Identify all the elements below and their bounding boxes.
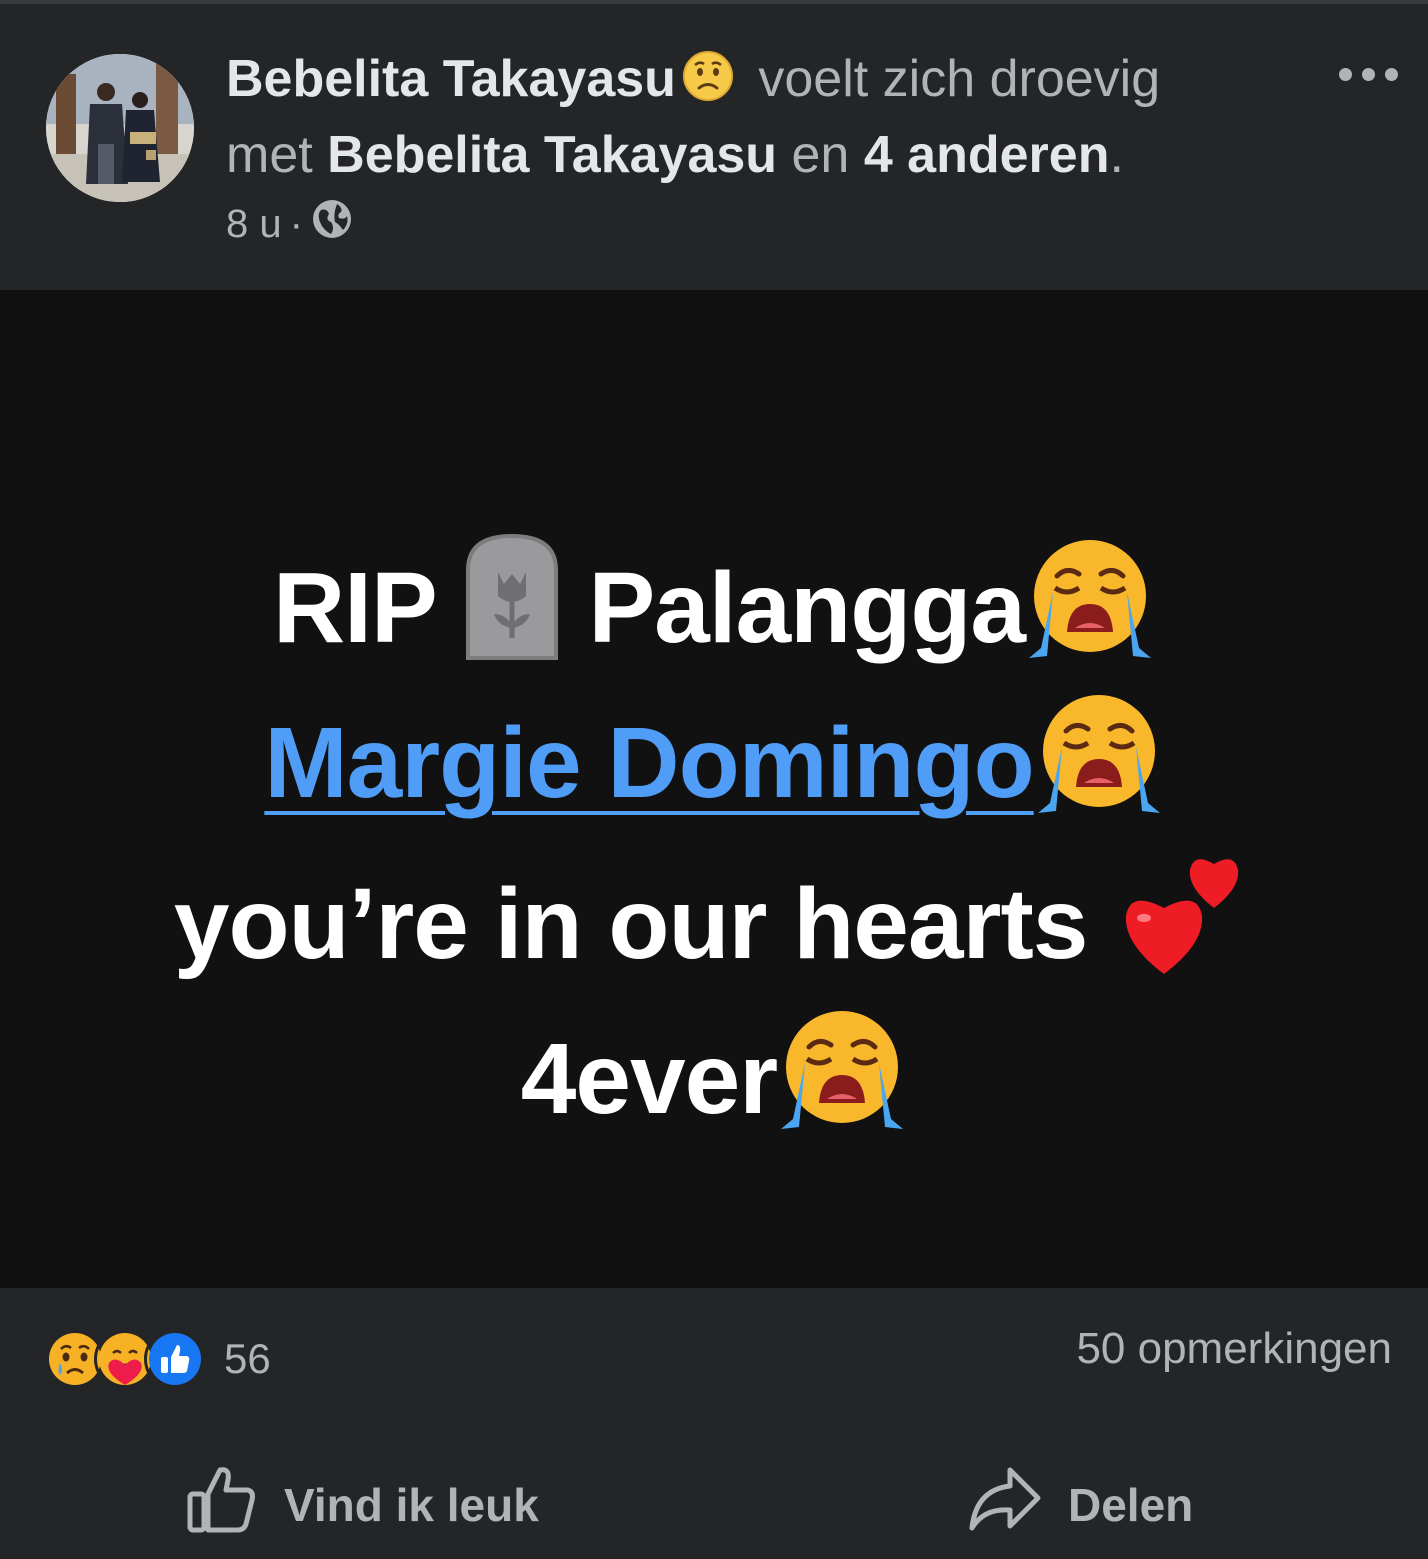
post-footer: 56 50 opmerkingen Vind ik leuk Delen xyxy=(0,1288,1428,1559)
with-text: met xyxy=(226,126,313,184)
share-button[interactable]: Delen xyxy=(968,1464,1193,1545)
share-icon xyxy=(968,1464,1042,1545)
share-label: Delen xyxy=(1068,1478,1194,1531)
forever-text: 4ever xyxy=(520,1023,778,1135)
post-headline: Bebelita Takayasu voelt zich droevig met… xyxy=(226,44,1306,190)
like-label: Vind ik leuk xyxy=(284,1478,539,1531)
post-image[interactable]: RIP Palangga Margie Domingo you’re in ou… xyxy=(0,290,1428,1288)
sad-face-icon xyxy=(682,50,734,120)
meta-separator: · xyxy=(289,201,303,246)
message-line-4: 4ever xyxy=(0,1007,1428,1162)
crying-face-icon xyxy=(1034,691,1164,846)
feeling-text: voelt zich droevig xyxy=(758,50,1161,108)
name-text: Palangga xyxy=(588,552,1026,664)
post-header: Bebelita Takayasu voelt zich droevig met… xyxy=(0,4,1428,290)
hearts-text: you’re in our hearts xyxy=(173,868,1089,980)
author-name[interactable]: Bebelita Takayasu xyxy=(226,50,676,108)
timestamp[interactable]: 8 u xyxy=(226,202,282,247)
crying-face-icon xyxy=(1025,536,1155,691)
post-meta: 8 u · xyxy=(226,198,353,250)
crying-face-icon xyxy=(777,1007,907,1162)
avatar[interactable] xyxy=(46,54,194,202)
message-line-1: RIP Palangga xyxy=(0,530,1428,691)
more-dot-icon xyxy=(1339,68,1352,81)
comments-count[interactable]: 50 opmerkingen xyxy=(1076,1324,1392,1374)
rip-text: RIP xyxy=(272,552,436,664)
headstone-icon xyxy=(462,530,562,691)
like-reaction-icon xyxy=(144,1328,206,1390)
and-text: en xyxy=(791,126,850,184)
reactions-summary[interactable]: 56 xyxy=(44,1328,271,1390)
others-link[interactable]: 4 anderen xyxy=(864,126,1110,184)
more-dot-icon xyxy=(1362,68,1375,81)
globe-icon xyxy=(311,198,353,250)
period: . xyxy=(1109,126,1124,184)
two-hearts-icon xyxy=(1114,846,1254,1007)
message-line-2: Margie Domingo xyxy=(0,691,1428,846)
message-line-3: you’re in our hearts xyxy=(0,846,1428,1007)
more-dot-icon xyxy=(1385,68,1398,81)
more-options-button[interactable] xyxy=(1339,68,1398,81)
reaction-count: 56 xyxy=(224,1335,271,1382)
like-button[interactable]: Vind ik leuk xyxy=(186,1464,539,1545)
tagged-user[interactable]: Bebelita Takayasu xyxy=(327,126,777,184)
mention-link[interactable]: Margie Domingo xyxy=(264,707,1034,819)
thumbs-up-icon xyxy=(186,1464,258,1545)
post-message: RIP Palangga Margie Domingo you’re in ou… xyxy=(0,530,1428,1162)
